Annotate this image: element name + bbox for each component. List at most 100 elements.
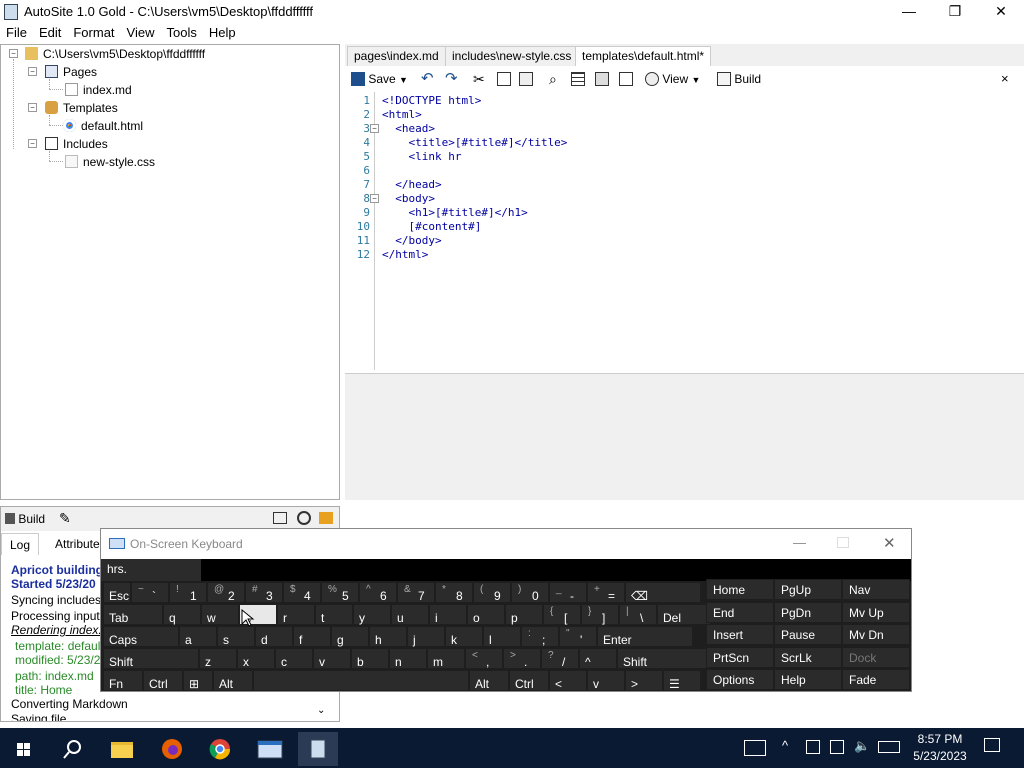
- code-line[interactable]: </html>: [382, 248, 428, 261]
- osk-key[interactable]: % 5: [321, 582, 359, 603]
- osk-nav-key[interactable]: Pause: [774, 624, 842, 645]
- minimize-button[interactable]: —: [886, 0, 932, 24]
- osk-key[interactable]: {[: [543, 604, 581, 625]
- osk-key[interactable]: ~ `: [131, 582, 169, 603]
- menu-edit[interactable]: Edit: [33, 24, 67, 42]
- osk-key[interactable]: b: [351, 648, 389, 669]
- security-icon[interactable]: [806, 740, 820, 754]
- osk-key[interactable]: j: [407, 626, 445, 647]
- osk-nav-key[interactable]: PgDn: [774, 601, 842, 623]
- undo-icon[interactable]: ↶: [421, 70, 434, 88]
- restore-button[interactable]: ❐: [932, 0, 978, 24]
- app-window-icon[interactable]: [250, 732, 290, 766]
- code-line[interactable]: [#content#]: [382, 220, 481, 233]
- fold-icon[interactable]: −: [370, 124, 379, 133]
- open-folder-icon[interactable]: [319, 512, 333, 524]
- tab-log[interactable]: Log: [1, 533, 40, 555]
- tab-includes-style[interactable]: includes\new-style.css: [445, 46, 579, 66]
- osk-key[interactable]: h: [369, 626, 407, 647]
- osk-key[interactable]: y: [353, 604, 391, 625]
- osk-key[interactable]: f: [293, 626, 331, 647]
- autosite-taskbar-icon[interactable]: [298, 732, 338, 766]
- osk-key[interactable]: n: [389, 648, 427, 669]
- menu-help[interactable]: Help: [203, 24, 242, 42]
- osk-key[interactable]: <: [549, 670, 587, 691]
- view-button[interactable]: View ▼: [645, 70, 700, 88]
- code-line[interactable]: <title>[#title#]</title>: [382, 136, 567, 149]
- code-line[interactable]: <!DOCTYPE html>: [382, 94, 481, 107]
- osk-nav-key[interactable]: Fade: [842, 669, 910, 690]
- osk-key[interactable]: $4: [283, 582, 321, 603]
- osk-key[interactable]: Tab: [103, 604, 163, 625]
- osk-nav-key[interactable]: PgUp: [774, 579, 842, 600]
- osk-key[interactable]: _ -: [549, 582, 587, 603]
- osk-suggestion[interactable]: hrs.: [101, 559, 201, 581]
- chevron-up-icon[interactable]: ^: [782, 738, 788, 753]
- copy-icon[interactable]: [497, 70, 511, 88]
- osk-maximize-button[interactable]: [837, 537, 849, 548]
- image-icon[interactable]: [595, 70, 609, 88]
- osk-key[interactable]: >: [625, 670, 663, 691]
- osk-key[interactable]: <,: [465, 648, 503, 669]
- volume-muted-icon[interactable]: 🔈: [854, 738, 870, 754]
- osk-key[interactable]: Fn: [103, 670, 143, 691]
- chrome-icon[interactable]: [200, 732, 240, 766]
- tab-pages-index[interactable]: pages\index.md: [347, 46, 446, 66]
- cut-icon[interactable]: ✂: [473, 70, 485, 88]
- osk-key[interactable]: z: [199, 648, 237, 669]
- osk-key[interactable]: x: [237, 648, 275, 669]
- tablet-mode-icon[interactable]: [744, 740, 766, 756]
- osk-close-button[interactable]: ✕: [883, 534, 896, 552]
- close-button[interactable]: ✕: [978, 0, 1024, 24]
- paste-icon[interactable]: [519, 70, 533, 88]
- osk-key[interactable]: v: [587, 670, 625, 691]
- osk-key[interactable]: ) 0: [511, 582, 549, 603]
- fold-icon[interactable]: −: [370, 194, 379, 203]
- osk-key[interactable]: & 7: [397, 582, 435, 603]
- clock-date[interactable]: 5/23/2023: [910, 749, 970, 763]
- osk-key[interactable]: m: [427, 648, 465, 669]
- osk-key[interactable]: Ctrl: [509, 670, 549, 691]
- osk-key[interactable]: k: [445, 626, 483, 647]
- osk-key[interactable]: * 8: [435, 582, 473, 603]
- osk-key[interactable]: v: [313, 648, 351, 669]
- osk-key[interactable]: >.: [503, 648, 541, 669]
- code-line[interactable]: </head>: [382, 178, 441, 191]
- osk-key[interactable]: o: [467, 604, 505, 625]
- osk-key[interactable]: a: [179, 626, 217, 647]
- osk-key[interactable]: Caps: [103, 626, 179, 647]
- tree-templates[interactable]: Templates: [45, 101, 118, 115]
- start-button[interactable]: [4, 732, 44, 766]
- osk-key[interactable]: w: [201, 604, 239, 625]
- osk-nav-key[interactable]: Options: [706, 669, 774, 690]
- code-line[interactable]: </body>: [382, 234, 441, 247]
- osk-key[interactable]: g: [331, 626, 369, 647]
- network-icon[interactable]: [830, 740, 844, 754]
- code-line[interactable]: <body>: [382, 192, 435, 205]
- osk-key[interactable]: Alt: [469, 670, 509, 691]
- osk-key[interactable]: " ': [559, 626, 597, 647]
- osk-key[interactable]: :;: [521, 626, 559, 647]
- file-explorer-icon[interactable]: [102, 732, 142, 766]
- refresh-icon[interactable]: [297, 511, 311, 525]
- firefox-icon[interactable]: [152, 732, 192, 766]
- osk-nav-key[interactable]: Dock: [842, 646, 910, 668]
- osk-key[interactable]: u: [391, 604, 429, 625]
- close-tab-button[interactable]: ×: [1001, 70, 1009, 88]
- osk-key[interactable]: r: [277, 604, 315, 625]
- osk-key[interactable]: #3: [245, 582, 283, 603]
- osk-key[interactable]: Esc: [103, 582, 131, 603]
- osk-key[interactable]: s: [217, 626, 255, 647]
- osk-key[interactable]: Shift: [103, 648, 199, 669]
- osk-nav-key[interactable]: ScrLk: [774, 646, 842, 668]
- preview-icon[interactable]: [273, 512, 287, 524]
- code-line[interactable]: <html>: [382, 108, 422, 121]
- osk-key[interactable]: p: [505, 604, 543, 625]
- menu-view[interactable]: View: [121, 24, 161, 42]
- tree-file-default[interactable]: default.html: [63, 119, 143, 133]
- osk-key[interactable]: Del: [657, 604, 711, 625]
- tree-includes[interactable]: Includes: [45, 137, 108, 151]
- osk-key[interactable]: }]: [581, 604, 619, 625]
- osk-minimize-button[interactable]: —: [793, 535, 806, 550]
- search-icon[interactable]: [52, 732, 92, 766]
